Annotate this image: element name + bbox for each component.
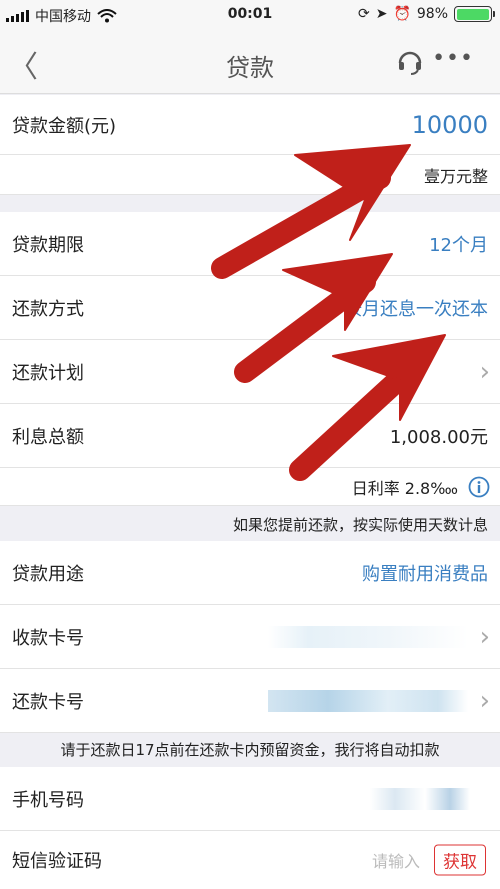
purpose-row[interactable]: 贷款用途 购置耐用消费品 bbox=[0, 541, 500, 605]
interest-total-label: 利息总额 bbox=[12, 426, 84, 448]
auto-deduct-notice: 请于还款日17点前在还款卡内预留资金，我行将自动扣款 bbox=[60, 741, 440, 759]
status-bar: 中国移动 00:01 ⟳ ➤ ⏰ 98% bbox=[0, 0, 500, 30]
phone-label: 手机号码 bbox=[12, 789, 84, 811]
repay-method-value[interactable]: 按月还息一次还本 bbox=[344, 295, 488, 321]
battery-percent: 98% bbox=[416, 6, 448, 22]
sms-row: 短信验证码 请输入 获取 bbox=[0, 831, 500, 889]
location-icon: ➤ bbox=[375, 6, 388, 22]
loan-amount-value[interactable]: 10000 bbox=[412, 111, 488, 139]
daily-rate-row: 日利率 2.8‱ bbox=[0, 468, 500, 506]
nav-bar: 〈 贷款 ••• bbox=[0, 30, 500, 94]
masked-card-number bbox=[268, 625, 468, 648]
loan-amount-row[interactable]: 贷款金额(元) 10000 bbox=[0, 95, 500, 155]
rotation-lock-icon: ⟳ bbox=[357, 6, 370, 22]
loan-amount-words-row: 壹万元整 bbox=[0, 155, 500, 195]
repay-method-label: 还款方式 bbox=[12, 298, 84, 320]
repay-method-row[interactable]: 还款方式 按月还息一次还本 bbox=[0, 276, 500, 340]
more-icon[interactable]: ••• bbox=[432, 46, 474, 71]
receive-card-row[interactable]: 收款卡号 › bbox=[0, 605, 500, 669]
headset-icon[interactable] bbox=[396, 48, 424, 76]
battery-icon bbox=[454, 6, 495, 22]
get-code-button[interactable]: 获取 bbox=[434, 844, 486, 876]
purpose-value[interactable]: 购置耐用消费品 bbox=[362, 560, 488, 586]
term-value[interactable]: 12个月 bbox=[429, 231, 488, 257]
phone-row: 手机号码 bbox=[0, 767, 500, 831]
term-row[interactable]: 贷款期限 12个月 bbox=[0, 212, 500, 276]
alarm-icon: ⏰ bbox=[393, 6, 411, 22]
daily-rate: 日利率 2.8‱ bbox=[351, 478, 458, 498]
early-repay-notice: 如果您提前还款，按实际使用天数计息 bbox=[232, 516, 488, 534]
chevron-right-icon[interactable]: › bbox=[480, 357, 490, 387]
interest-total-value: 1,008.00元 bbox=[389, 426, 488, 448]
chevron-right-icon[interactable]: › bbox=[480, 622, 490, 652]
page-title: 贷款 bbox=[226, 54, 274, 82]
masked-card-number bbox=[268, 689, 468, 712]
repay-card-row[interactable]: 还款卡号 › bbox=[0, 669, 500, 733]
term-label: 贷款期限 bbox=[12, 234, 84, 256]
purpose-label: 贷款用途 bbox=[12, 563, 84, 585]
interest-total-row: 利息总额 1,008.00元 bbox=[0, 404, 500, 468]
loan-amount-label: 贷款金额(元) bbox=[12, 115, 117, 137]
receive-card-label: 收款卡号 bbox=[12, 627, 84, 649]
repay-plan-label: 还款计划 bbox=[12, 362, 84, 384]
loan-amount-words: 壹万元整 bbox=[423, 166, 488, 186]
chevron-right-icon[interactable]: › bbox=[480, 686, 490, 716]
sms-code-input[interactable]: 请输入 bbox=[372, 848, 420, 872]
info-icon[interactable] bbox=[468, 476, 490, 498]
repay-plan-row[interactable]: 还款计划 › bbox=[0, 340, 500, 404]
masked-phone-number bbox=[370, 787, 470, 810]
sms-label: 短信验证码 bbox=[12, 851, 102, 872]
repay-card-label: 还款卡号 bbox=[12, 691, 84, 713]
